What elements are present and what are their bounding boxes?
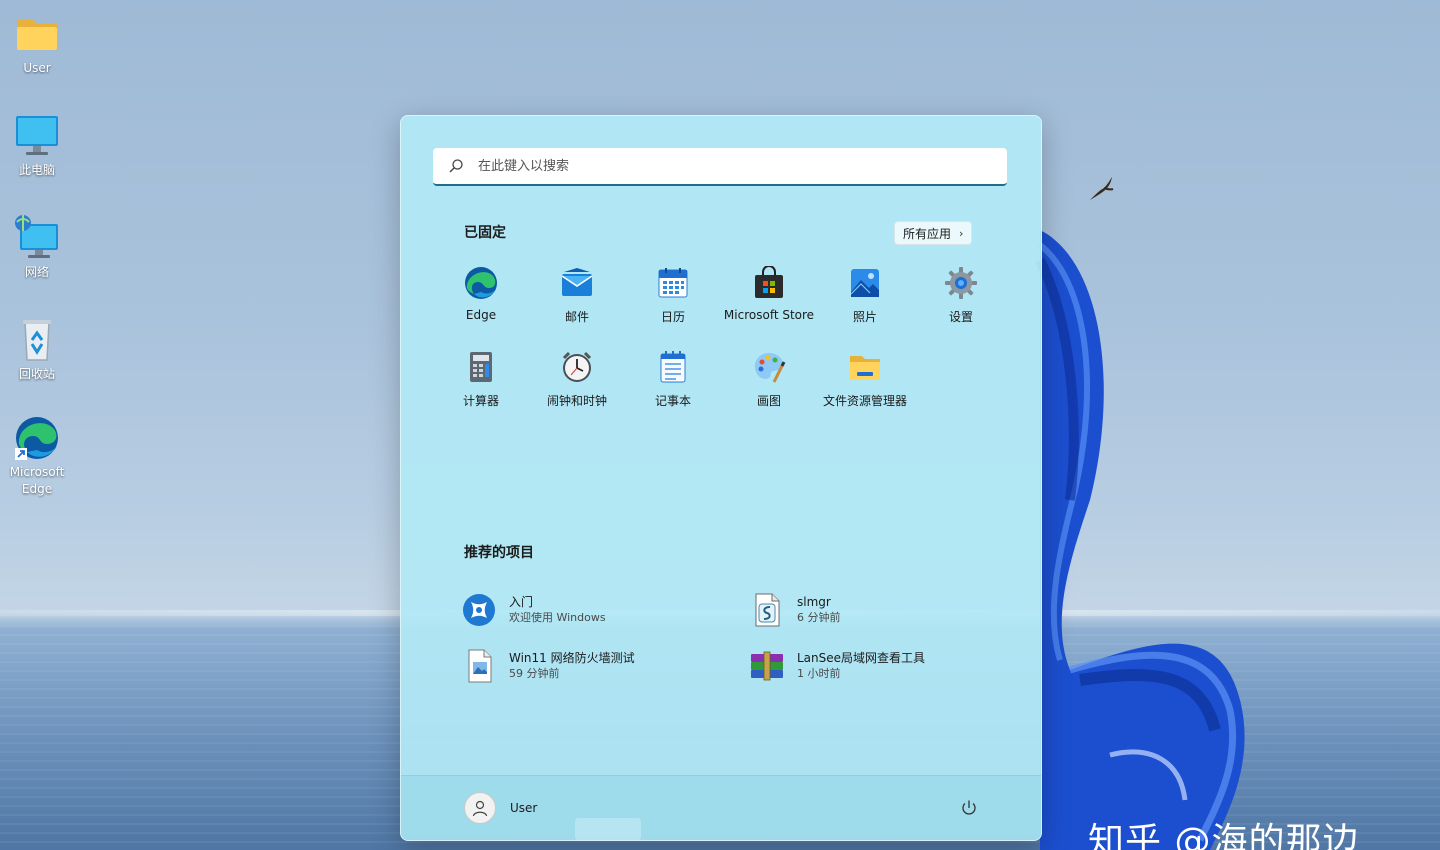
recommended-item-title: Win11 网络防火墙测试 xyxy=(509,651,635,665)
user-name: User xyxy=(510,801,538,815)
recommended-item-subtitle: 欢迎使用 Windows xyxy=(509,611,606,624)
pinned-apps-grid: Edge 邮件 日历 Microsoft Store 照片 设置 计算器 闹钟和… xyxy=(433,264,1009,432)
pinned-app-label: 邮件 xyxy=(564,310,589,324)
paint-icon xyxy=(754,353,786,383)
photos-icon xyxy=(850,269,879,297)
desktop-icon-label: 网络 xyxy=(24,265,49,279)
pinned-app-label: 照片 xyxy=(852,310,877,324)
recommended-section-title: 推荐的项目 xyxy=(464,545,534,561)
pinned-section-title: 已固定 xyxy=(464,225,506,241)
user-account-button[interactable]: User xyxy=(464,792,537,824)
recommended-item-subtitle: 59 分钟前 xyxy=(509,667,560,680)
monitor-icon xyxy=(16,116,58,155)
calendar-icon xyxy=(658,268,688,298)
pinned-app-label: 闹钟和时钟 xyxy=(546,394,607,408)
user-icon xyxy=(472,800,488,817)
recommended-item-text: LanSee局域网查看工具 1 小时前 xyxy=(797,650,925,682)
pinned-app-label: 设置 xyxy=(948,310,973,324)
desktop-icon-network[interactable]: 网络 xyxy=(4,214,70,281)
power-icon[interactable] xyxy=(959,798,979,818)
search-input[interactable] xyxy=(476,157,980,175)
store-icon xyxy=(755,266,783,298)
start-menu-footer: User xyxy=(401,775,1041,840)
folder-icon xyxy=(17,20,57,50)
watermark-text: 知乎 @海的那边 xyxy=(1088,821,1360,850)
pinned-app-clock[interactable]: 闹钟和时钟 xyxy=(529,348,625,432)
desktop-icon-recycle-bin[interactable]: 回收站 xyxy=(4,316,70,383)
recommended-item-get-started[interactable]: 入门 欢迎使用 Windows xyxy=(461,582,749,638)
pinned-app-label: 文件资源管理器 xyxy=(822,394,907,408)
pinned-app-label: 日历 xyxy=(660,310,685,324)
recommended-item-title: LanSee局域网查看工具 xyxy=(797,651,926,665)
script-file-icon xyxy=(755,593,780,627)
desktop-icon-this-pc[interactable]: 此电脑 xyxy=(4,112,70,179)
edge-icon xyxy=(465,267,497,299)
notepad-icon xyxy=(660,351,686,383)
recommended-item-title: 入门 xyxy=(509,595,534,609)
clock-icon xyxy=(562,351,592,382)
avatar xyxy=(464,792,496,824)
pinned-app-photos[interactable]: 照片 xyxy=(817,264,913,348)
desktop: User 此电脑 网络 回收站 Microsoft Edge 在此键入以搜索 已… xyxy=(0,0,1440,850)
recommended-item-title: slmgr xyxy=(797,595,831,609)
pinned-app-calendar[interactable]: 日历 xyxy=(625,264,721,348)
desktop-icon-label: 回收站 xyxy=(18,367,55,381)
recommended-item-firewall-test[interactable]: Win11 网络防火墙测试 59 分钟前 xyxy=(461,638,749,694)
recommended-item-lansee[interactable]: LanSee局域网查看工具 1 小时前 xyxy=(749,638,1021,694)
pinned-app-label: 画图 xyxy=(756,394,781,408)
desktop-icon-label: User xyxy=(23,61,51,75)
pinned-app-label: Microsoft Store xyxy=(723,308,815,322)
pinned-app-label: Edge xyxy=(465,308,497,322)
recommended-list: 入门 欢迎使用 Windows slmgr 6 分钟前 Win11 网络防火墙测… xyxy=(461,582,1021,694)
search-box[interactable] xyxy=(433,148,1007,186)
edge-icon xyxy=(15,417,58,460)
mail-icon xyxy=(561,268,593,296)
recommended-item-slmgr[interactable]: slmgr 6 分钟前 xyxy=(749,582,1021,638)
pinned-app-label: 计算器 xyxy=(462,394,499,408)
all-apps-label: 所有应用 xyxy=(903,226,952,241)
pinned-app-file-explorer[interactable]: 文件资源管理器 xyxy=(817,348,913,432)
recommended-item-text: 入门 欢迎使用 Windows xyxy=(509,594,606,626)
pinned-app-notepad[interactable]: 记事本 xyxy=(625,348,721,432)
recommended-item-text: slmgr 6 分钟前 xyxy=(797,594,841,626)
file-explorer-icon xyxy=(850,356,880,380)
gear-icon xyxy=(945,267,977,299)
calculator-icon xyxy=(470,352,492,382)
start-menu: 已固定 所有应用 › Edge xyxy=(400,115,1042,841)
footer-faded-element xyxy=(575,818,641,840)
archive-icon xyxy=(751,651,783,681)
desktop-icon-user-folder[interactable]: User xyxy=(4,10,70,77)
desktop-icon-label: Microsoft Edge xyxy=(9,465,65,496)
recommended-item-subtitle: 1 小时前 xyxy=(797,667,841,680)
image-file-icon xyxy=(468,649,492,683)
desktop-icon-label: 此电脑 xyxy=(18,163,55,177)
pinned-app-label: 记事本 xyxy=(654,394,691,408)
pinned-app-microsoft-store[interactable]: Microsoft Store xyxy=(721,264,817,348)
network-icon xyxy=(15,215,58,258)
pinned-app-calculator[interactable]: 计算器 xyxy=(433,348,529,432)
pinned-app-mail[interactable]: 邮件 xyxy=(529,264,625,348)
get-started-icon xyxy=(463,594,495,626)
chevron-right-icon: › xyxy=(959,226,964,240)
pinned-app-edge[interactable]: Edge xyxy=(433,264,529,348)
all-apps-button[interactable]: 所有应用 › xyxy=(894,221,973,245)
bird-icon xyxy=(1090,177,1114,200)
pinned-app-paint[interactable]: 画图 xyxy=(721,348,817,432)
pinned-app-settings[interactable]: 设置 xyxy=(913,264,1009,348)
desktop-icon-microsoft-edge[interactable]: Microsoft Edge xyxy=(4,414,70,498)
wallpaper-bloom xyxy=(1035,230,1245,850)
recommended-item-subtitle: 6 分钟前 xyxy=(797,611,841,624)
search-icon xyxy=(449,159,463,173)
recommended-item-text: Win11 网络防火墙测试 59 分钟前 xyxy=(509,650,635,682)
recycle-bin-icon xyxy=(23,320,51,361)
